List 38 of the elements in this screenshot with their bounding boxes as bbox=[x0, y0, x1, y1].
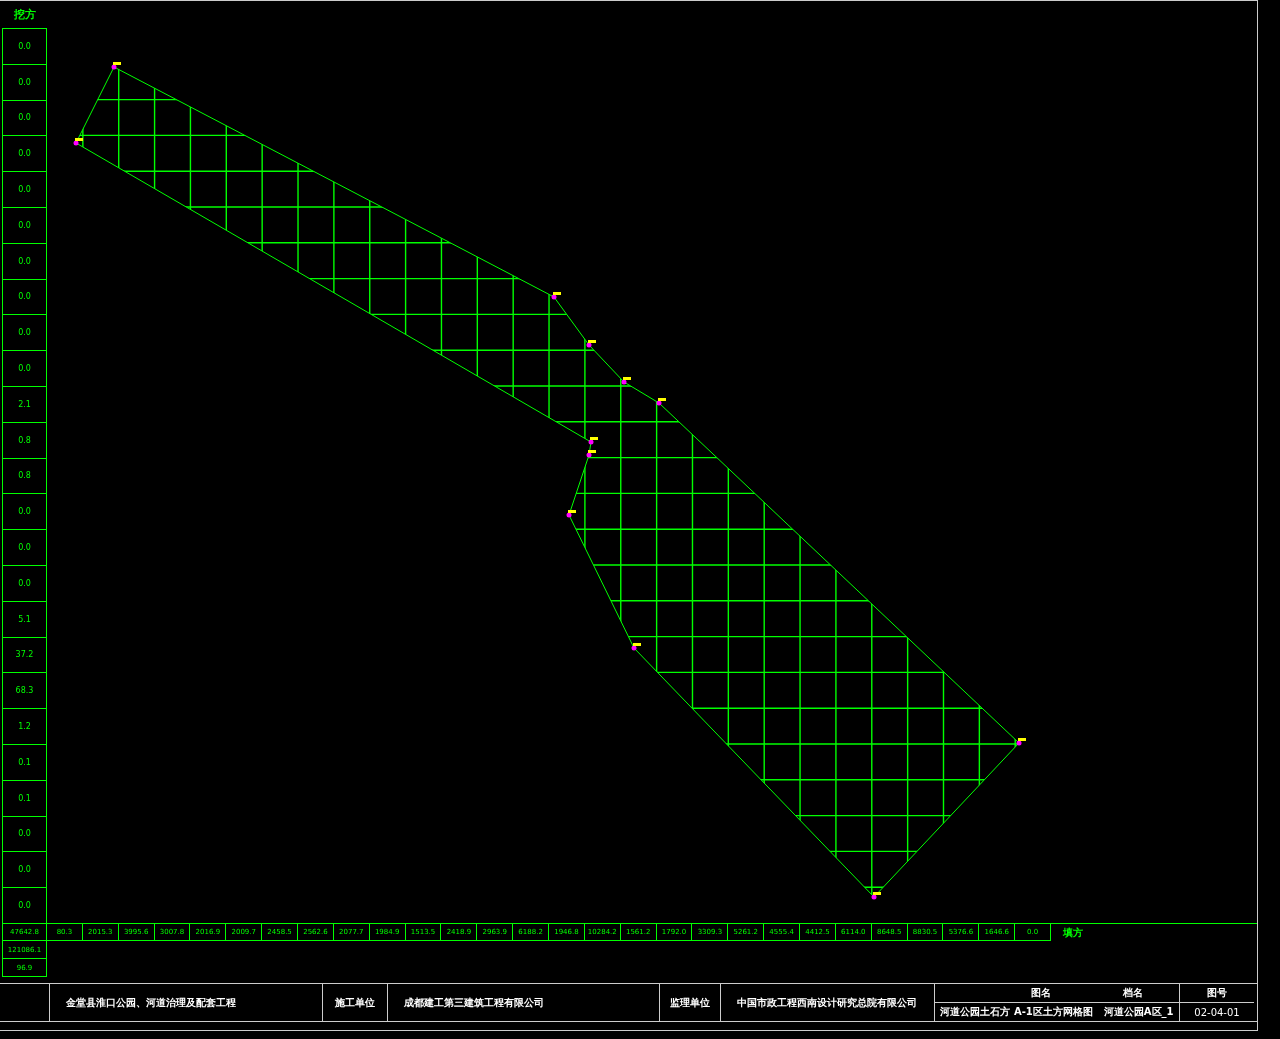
table-cell: 0.0 bbox=[3, 565, 46, 602]
table-cell: 37.2 bbox=[3, 637, 46, 674]
field-label: 监理单位 bbox=[670, 995, 710, 1010]
field-label: 施工单位 bbox=[335, 995, 375, 1010]
project-name: 金堂县淮口公园、河道治理及配套工程 bbox=[66, 995, 236, 1010]
table-cell: 5.1 bbox=[3, 601, 46, 638]
table-cell: 0.0 bbox=[3, 530, 46, 566]
table-cell: 0.0 bbox=[3, 100, 46, 137]
column-header: 挖方 bbox=[13, 7, 37, 22]
table-cell: 0.0 bbox=[3, 351, 46, 387]
drawing-number: 02-04-01 bbox=[1194, 1006, 1240, 1018]
field-label: 图名 bbox=[1031, 986, 1051, 1000]
drawing-title: 河道公园土石方 A-1区土方网格图 bbox=[940, 1005, 1093, 1019]
field-label: 图号 bbox=[1207, 986, 1227, 1000]
company-name: 成都建工第三建筑工程有限公司 bbox=[404, 995, 544, 1010]
table-cell: 0.0 bbox=[3, 208, 46, 244]
table-cell: 0.0 bbox=[3, 29, 46, 65]
table-cell: 0.8 bbox=[3, 458, 46, 495]
file-name: 河道公园A区_1 bbox=[1103, 1005, 1174, 1019]
company-name: 中国市政工程西南设计研究总院有限公司 bbox=[737, 995, 917, 1010]
table-cell: 68.3 bbox=[3, 673, 46, 710]
table-cell: 0.0 bbox=[3, 172, 46, 208]
table-cell: 0.8 bbox=[3, 422, 46, 459]
table-cell-text: 0.0 bbox=[17, 900, 32, 912]
row-header: 填方 bbox=[1062, 925, 1084, 940]
field-label: 档名 bbox=[1123, 986, 1143, 1000]
table-cell: 2.1 bbox=[3, 386, 46, 423]
table-cell: 0.0 bbox=[3, 816, 46, 853]
table-cell: 0.1 bbox=[3, 780, 46, 817]
table-cell: 1.2 bbox=[3, 709, 46, 745]
table-cell: 0.0 bbox=[3, 64, 46, 101]
table-cell: 0.0 bbox=[3, 494, 46, 531]
table-cell: 0.0 bbox=[3, 136, 46, 173]
table-cell: 0.0 bbox=[3, 243, 46, 280]
table-cell: 0.0 bbox=[3, 279, 46, 316]
table-cell: 0.0 bbox=[3, 852, 46, 889]
table-cell: 0.0 bbox=[3, 315, 46, 352]
table-cell: 0.1 bbox=[3, 744, 46, 781]
